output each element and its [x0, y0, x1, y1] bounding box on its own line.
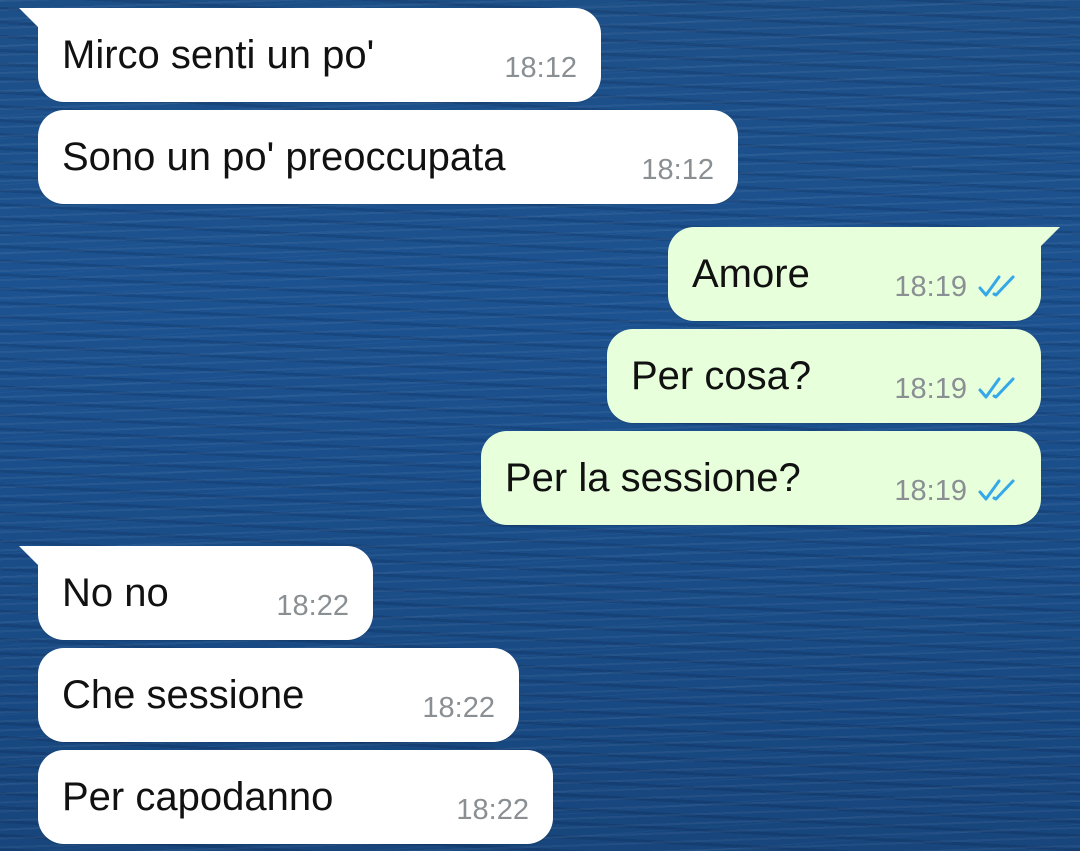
bubble-tail-icon [1038, 227, 1060, 249]
bubble-tail-icon [19, 546, 41, 568]
incoming-message-bubble[interactable]: Mirco senti un po' 18:12 [19, 8, 601, 102]
message-timestamp: 18:19 [894, 271, 967, 303]
incoming-message-bubble[interactable]: Sono un po' preoccupata 18:12 [38, 110, 738, 204]
incoming-message-bubble[interactable]: Per capodanno 18:22 [38, 750, 553, 844]
message-timestamp: 18:12 [504, 52, 577, 84]
message-timestamp: 18:22 [422, 692, 495, 724]
message-timestamp: 18:22 [456, 794, 529, 826]
read-double-check-icon [978, 275, 1015, 297]
message-list[interactable]: Mirco senti un po' 18:12 Sono un po' pre… [0, 0, 1080, 851]
bubble-tail-icon [19, 8, 41, 30]
message-timestamp: 18:22 [276, 590, 349, 622]
message-text: Amore [692, 252, 810, 296]
outgoing-message-bubble[interactable]: Per cosa? 18:19 [607, 329, 1041, 423]
message-text: Per cosa? [631, 354, 812, 398]
message-timestamp: 18:19 [894, 373, 967, 405]
incoming-message-bubble[interactable]: Che sessione 18:22 [38, 648, 519, 742]
message-text: Per la sessione? [505, 456, 801, 500]
outgoing-message-bubble[interactable]: Amore 18:19 [668, 227, 1060, 321]
outgoing-message-bubble[interactable]: Per la sessione? 18:19 [481, 431, 1041, 525]
message-text: Per capodanno [62, 775, 334, 819]
read-double-check-icon [978, 377, 1015, 399]
message-text: Sono un po' preoccupata [62, 135, 506, 179]
message-timestamp: 18:12 [641, 154, 714, 186]
message-text: No no [62, 571, 169, 615]
message-timestamp: 18:19 [894, 475, 967, 507]
read-double-check-icon [978, 479, 1015, 501]
message-text: Mirco senti un po' [62, 33, 375, 77]
incoming-message-bubble[interactable]: No no 18:22 [19, 546, 373, 640]
message-text: Che sessione [62, 673, 305, 717]
